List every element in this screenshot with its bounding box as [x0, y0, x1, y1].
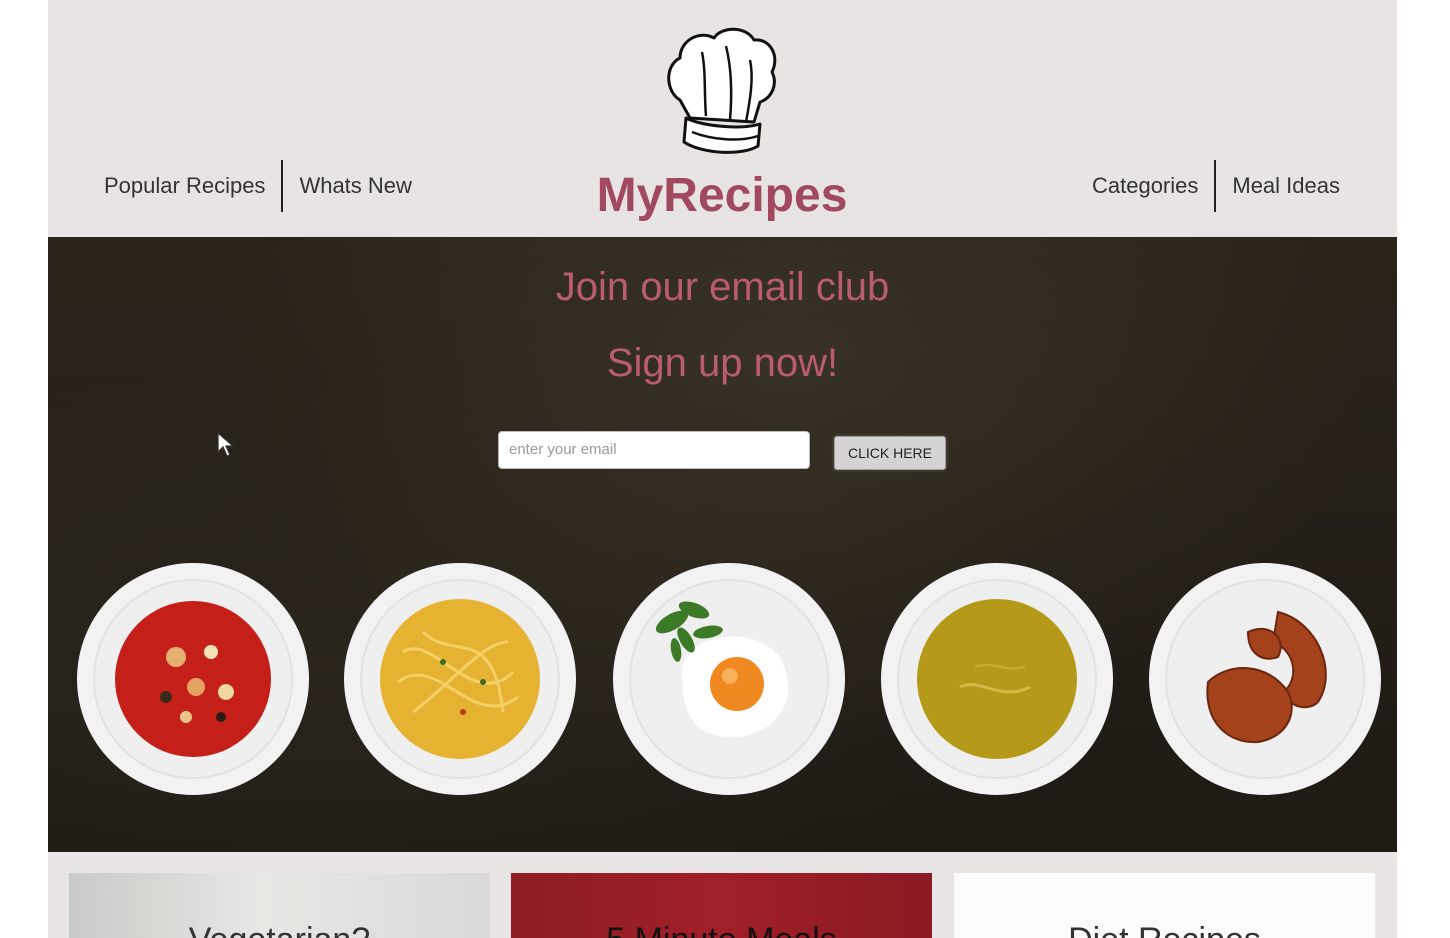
- site-header: Popular Recipes Whats New MyRecipes Cate…: [48, 0, 1397, 237]
- hero-subheading: Sign up now!: [606, 341, 839, 385]
- card-label: Diet Recipes: [954, 921, 1375, 938]
- card-vegetarian[interactable]: Vegetarian?: [69, 873, 490, 938]
- nav-categories[interactable]: Categories: [1092, 160, 1214, 212]
- card-label: Vegetarian?: [69, 921, 490, 938]
- nav-meal-ideas[interactable]: Meal Ideas: [1216, 160, 1340, 212]
- hero-heading: Join our email club: [555, 265, 890, 309]
- nav-left: Popular Recipes Whats New: [104, 160, 412, 212]
- chef-hat-icon: [667, 27, 777, 154]
- card-label: 5 Minute Meals: [511, 921, 932, 938]
- email-input[interactable]: [498, 431, 810, 469]
- email-signup-hero: Join our email club Sign up now! CLICK H…: [48, 237, 1397, 852]
- signup-button[interactable]: CLICK HERE: [834, 436, 946, 470]
- plate-tomato-soup: [77, 563, 309, 795]
- plate-croissants: [1149, 563, 1381, 795]
- nav-whats-new[interactable]: Whats New: [283, 160, 411, 212]
- plate-spaghetti: [344, 563, 576, 795]
- mouse-cursor-icon: [217, 432, 235, 457]
- nav-right: Categories Meal Ideas: [1092, 160, 1340, 212]
- card-5-minute-meals[interactable]: 5 Minute Meals: [511, 873, 932, 938]
- plate-pea-soup: [881, 563, 1113, 795]
- site-brand[interactable]: MyRecipes: [548, 168, 896, 223]
- card-diet-recipes[interactable]: Diet Recipes: [954, 873, 1375, 938]
- nav-popular-recipes[interactable]: Popular Recipes: [104, 160, 281, 212]
- plate-fried-egg: [613, 563, 845, 795]
- page: Popular Recipes Whats New MyRecipes Cate…: [48, 0, 1397, 938]
